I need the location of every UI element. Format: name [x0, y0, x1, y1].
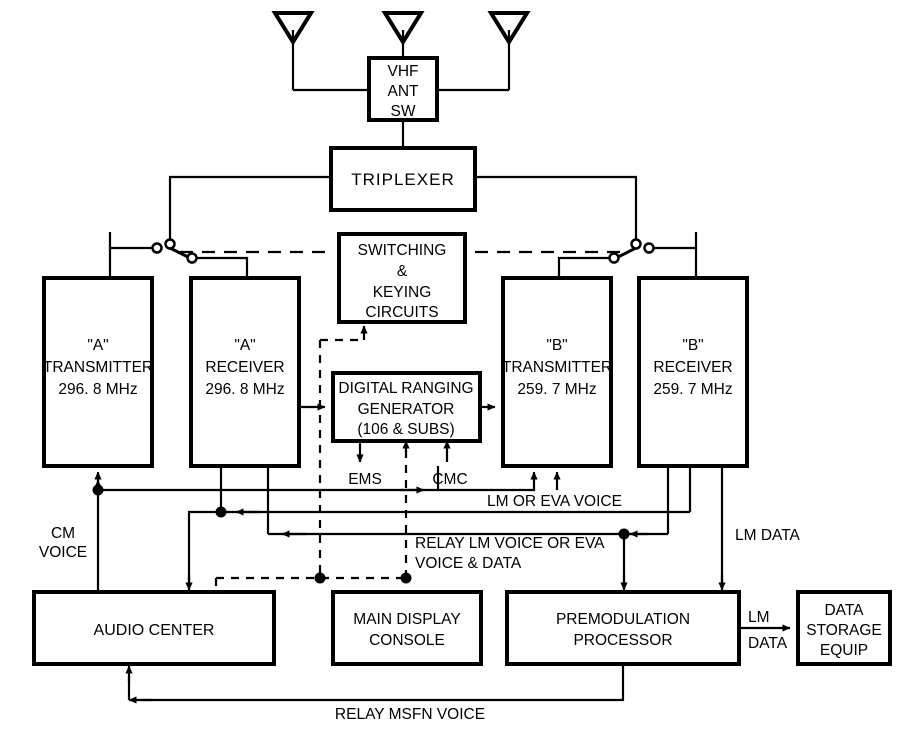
- label-a-transmitter-line1: "A": [87, 337, 108, 354]
- label-dse-line2: STORAGE: [806, 622, 882, 639]
- label-lm-data-storage-line1: LM: [748, 609, 770, 626]
- label-a-transmitter-line2: TRANSMITTER: [43, 359, 153, 376]
- label-switching-keying-line1: SWITCHING: [358, 242, 447, 259]
- label-drg-line1: DIGITAL RANGING: [338, 380, 473, 397]
- label-switching-keying-line2: &: [397, 263, 408, 280]
- wire-bus2-down-to-audio: [187, 510, 221, 582]
- label-switching-keying-line3: KEYING: [373, 284, 432, 301]
- label-b-transmitter-line1: "B": [546, 337, 567, 354]
- label-drg-line2: GENERATOR: [358, 401, 455, 418]
- box-main-display-console: [331, 590, 483, 666]
- diagram-canvas: VHF ANT SW TRIPLEXER SWITCHING & KEYING …: [32, 11, 892, 723]
- label-a-receiver-line3: 296. 8 MHz: [205, 381, 284, 398]
- vhf-comm-block-diagram: VHF ANT SW TRIPLEXER SWITCHING & KEYING …: [0, 0, 911, 732]
- switch-assembly-left[interactable]: [108, 232, 249, 278]
- label-relay-lm-voice-line1: RELAY LM VOICE OR EVA: [415, 535, 605, 552]
- label-a-receiver-line2: RECEIVER: [205, 359, 284, 376]
- vhf-antenna-center: [381, 11, 425, 62]
- label-dse-line1: DATA: [824, 602, 864, 619]
- label-drg-line3: (106 & SUBS): [357, 421, 454, 438]
- label-relay-lm-voice-line2: VOICE & DATA: [415, 555, 522, 572]
- label-b-receiver-line3: 259. 7 MHz: [653, 381, 732, 398]
- label-audio-center: AUDIO CENTER: [94, 622, 215, 639]
- label-ems: EMS: [348, 471, 382, 488]
- label-relay-msfn-voice: RELAY MSFN VOICE: [335, 706, 485, 723]
- label-lm-data-storage-line2: DATA: [748, 635, 788, 652]
- wire-relay-msfn-voice: [140, 664, 625, 702]
- label-premod-line2: PROCESSOR: [573, 632, 672, 649]
- label-premod-line1: PREMODULATION: [556, 611, 690, 628]
- label-b-receiver-line2: RECEIVER: [653, 359, 732, 376]
- label-cm-voice-line2: VOICE: [39, 544, 87, 561]
- box-premodulation-processor: [505, 590, 741, 666]
- label-dse-line3: EQUIP: [820, 642, 868, 659]
- wire-triplexer-right: [475, 175, 638, 244]
- label-cmc: CMC: [432, 471, 467, 488]
- switch-assembly-right[interactable]: [557, 232, 698, 278]
- label-switching-keying-line4: CIRCUITS: [365, 304, 438, 321]
- wire-triplexer-left: [168, 175, 331, 244]
- label-mdc-line1: MAIN DISPLAY: [353, 611, 460, 628]
- label-b-transmitter-line2: TRANSMITTER: [502, 359, 612, 376]
- label-triplexer: TRIPLEXER: [351, 170, 454, 189]
- wire-dashed-bus-bottom: [214, 576, 406, 592]
- label-cm-voice-line1: CM: [51, 525, 75, 542]
- label-b-receiver-line1: "B": [682, 337, 703, 354]
- vhf-antenna-right: [487, 11, 531, 90]
- label-vhf-ant-sw-line3: SW: [391, 103, 416, 120]
- label-a-receiver-line1: "A": [234, 337, 255, 354]
- label-a-transmitter-line3: 296. 8 MHz: [58, 381, 137, 398]
- label-vhf-ant-sw-line1: VHF: [388, 63, 419, 80]
- label-b-transmitter-line3: 259. 7 MHz: [517, 381, 596, 398]
- vhf-antenna-left: [271, 11, 315, 90]
- label-mdc-line2: CONSOLE: [369, 632, 445, 649]
- label-lm-data-right: LM DATA: [735, 527, 801, 544]
- label-lm-or-eva-voice: LM OR EVA VOICE: [487, 493, 622, 510]
- label-vhf-ant-sw-line2: ANT: [388, 83, 420, 100]
